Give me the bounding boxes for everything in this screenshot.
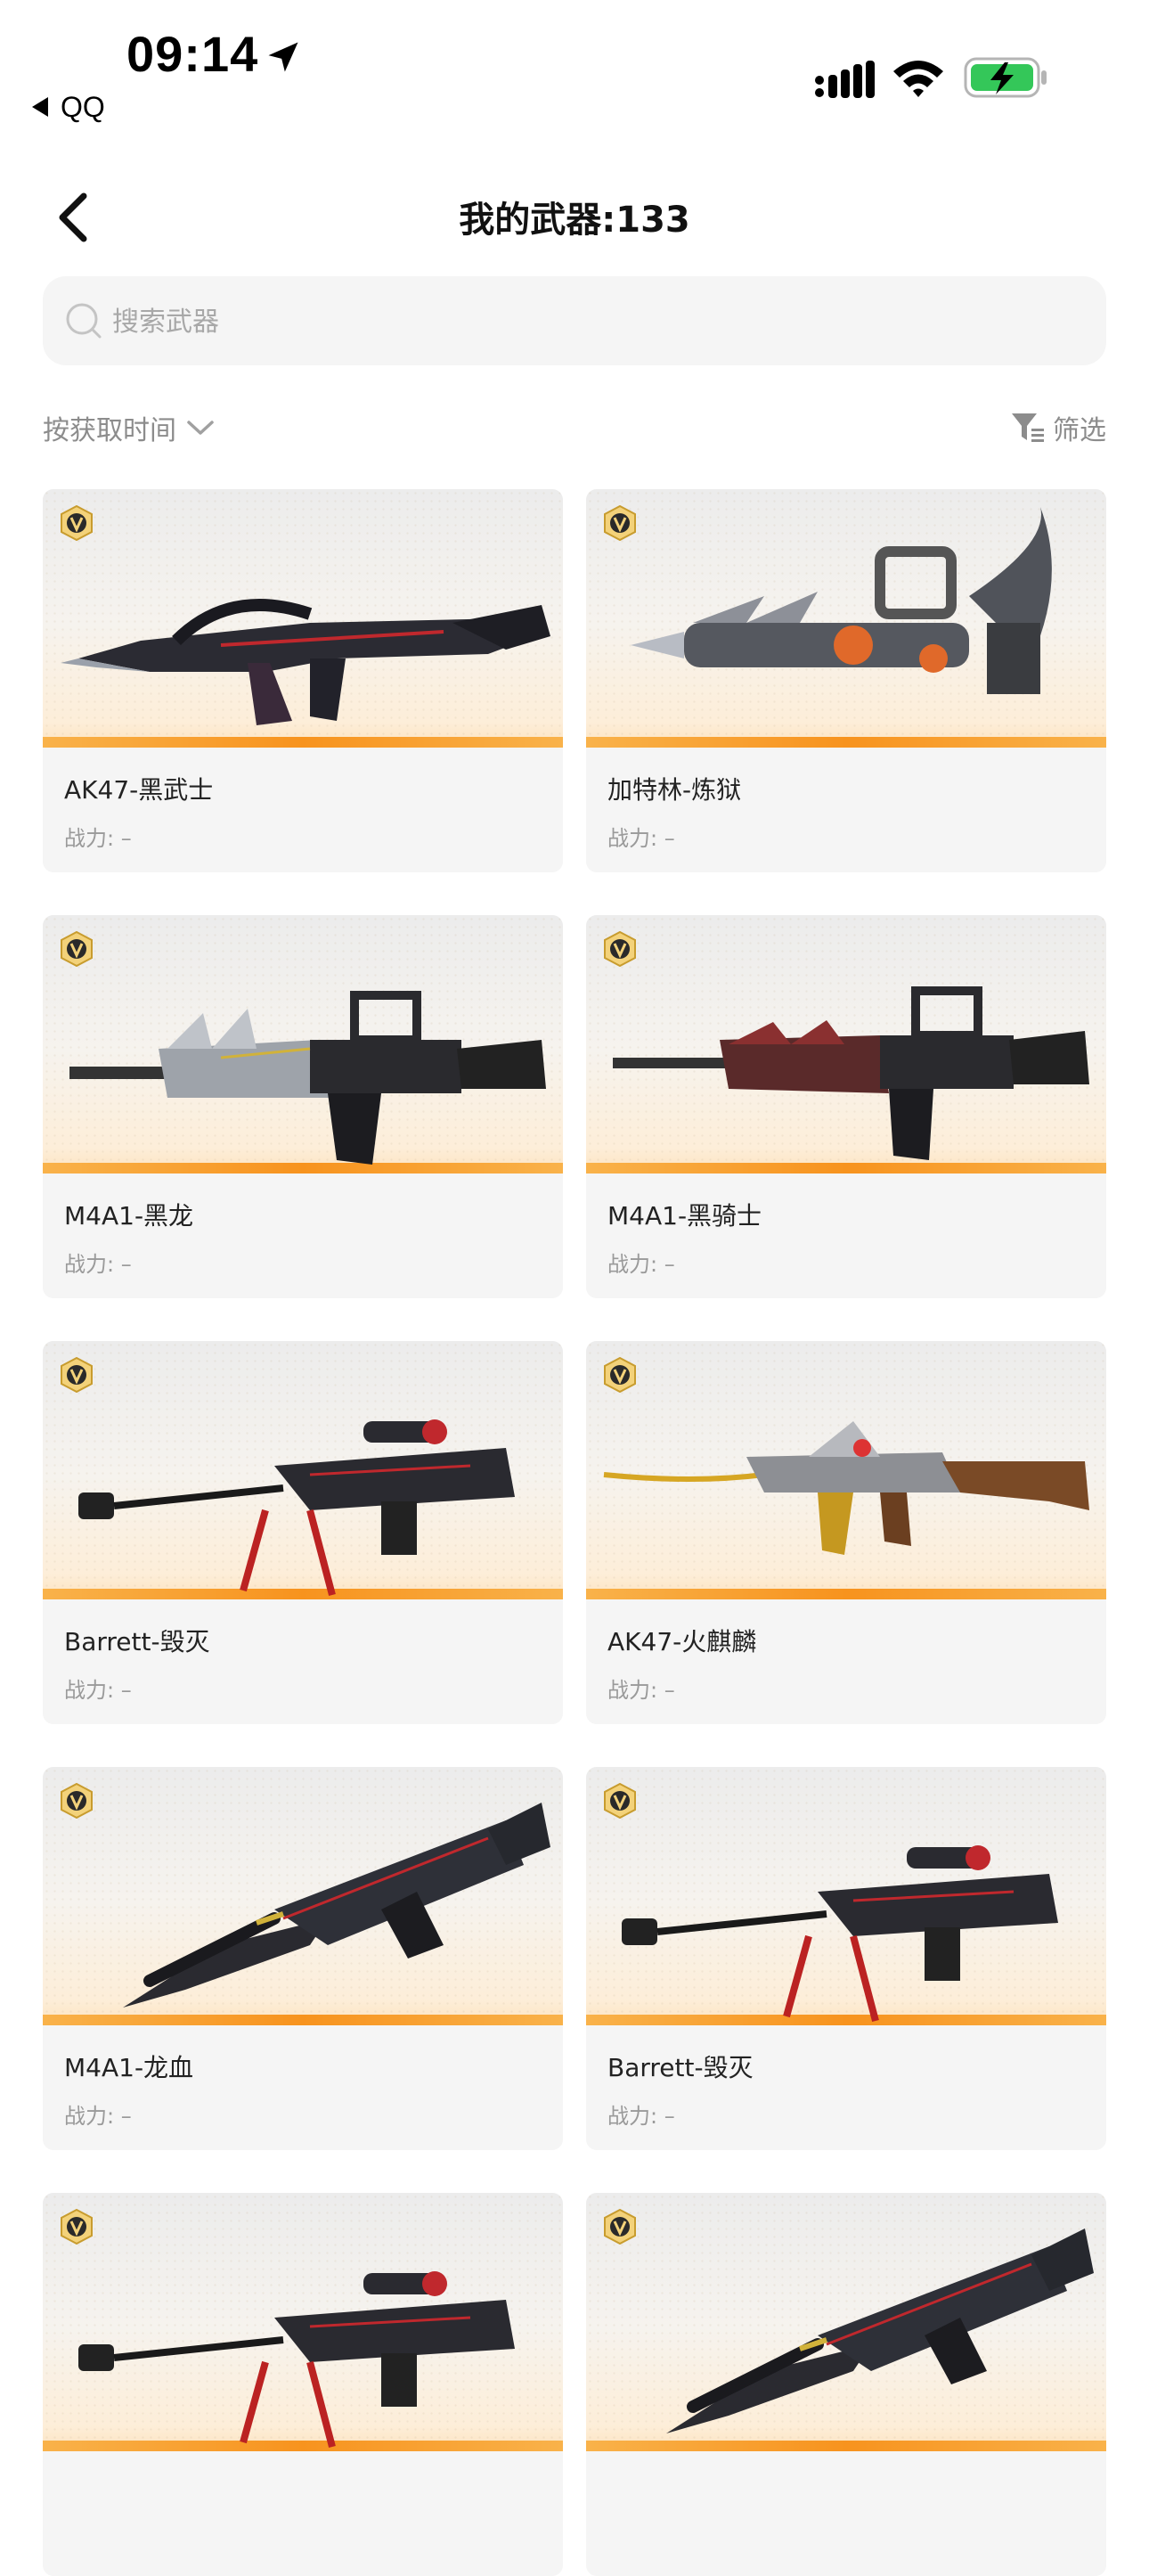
- weapon-name: 加特林-炼狱: [607, 775, 742, 805]
- battery-charging-icon: [964, 57, 1047, 98]
- weapon-image: [43, 2193, 563, 2451]
- weapon-power: 战力: –: [64, 1252, 132, 1277]
- weapon-power: 战力: –: [64, 826, 132, 851]
- vip-badge-icon: [61, 931, 93, 967]
- weapon-image: [43, 1341, 563, 1599]
- back-to-app-link[interactable]: QQ: [32, 91, 105, 124]
- weapon-card[interactable]: Barrett-毁灭战力: –: [586, 1767, 1106, 2150]
- weapon-power: 战力: –: [64, 2104, 132, 2129]
- weapon-image: [43, 915, 563, 1174]
- filter-icon: [1012, 413, 1044, 442]
- back-app-label: QQ: [61, 91, 105, 123]
- filter-button[interactable]: 筛选: [1010, 408, 1106, 447]
- vip-badge-icon: [604, 931, 636, 967]
- weapon-graphic: [622, 1845, 1058, 2023]
- weapon-card[interactable]: M4A1-龙血战力: –: [43, 1767, 563, 2150]
- vip-badge-icon: [61, 505, 93, 541]
- search-input[interactable]: [110, 276, 1076, 367]
- weapon-graphic: [78, 2271, 515, 2449]
- vip-badge-icon: [604, 505, 636, 541]
- vip-badge-icon: [61, 1783, 93, 1819]
- wifi-icon: [893, 61, 943, 97]
- weapon-image: [586, 1341, 1106, 1599]
- sort-dropdown[interactable]: 按获取时间: [43, 408, 216, 447]
- weapon-card[interactable]: [586, 2193, 1106, 2576]
- search-icon: [66, 303, 102, 339]
- weapon-power: 战力: –: [64, 1678, 132, 1703]
- weapon-name: M4A1-黑龙: [64, 1201, 194, 1231]
- vip-badge-icon: [604, 2209, 636, 2245]
- weapon-graphic: [613, 986, 1089, 1160]
- weapon-card[interactable]: 加特林-炼狱战力: –: [586, 489, 1106, 872]
- weapon-name: Barrett-毁灭: [607, 2053, 754, 2082]
- chevron-down-icon: [187, 421, 214, 435]
- weapon-card[interactable]: Barrett-毁灭战力: –: [43, 1341, 563, 1724]
- weapon-graphic: [666, 2228, 1094, 2433]
- vip-badge-icon: [604, 1357, 636, 1393]
- weapon-image: [586, 489, 1106, 748]
- filter-label: 筛选: [1053, 415, 1106, 446]
- back-triangle-icon: [32, 96, 48, 117]
- weapon-image: [586, 915, 1106, 1174]
- location-arrow-icon: [268, 42, 298, 72]
- weapon-grid: AK47-黑武士 战力: – 加特林-炼狱 战力: – M4A1-黑龙 战力: – M…: [43, 489, 1106, 2576]
- weapon-graphic: [61, 599, 550, 725]
- status-time: 09:14: [126, 26, 259, 82]
- weapon-graphic: [631, 507, 1052, 694]
- sort-label: 按获取时间: [43, 415, 176, 446]
- weapon-card[interactable]: AK47-火麒麟战力: –: [586, 1341, 1106, 1724]
- weapon-name: M4A1-黑骑士: [607, 1201, 762, 1231]
- weapon-card[interactable]: [43, 2193, 563, 2576]
- weapon-name: Barrett-毁灭: [64, 1627, 210, 1656]
- weapon-image: [43, 489, 563, 748]
- weapon-graphic: [603, 1421, 1089, 1555]
- weapon-power: 战力: –: [607, 2104, 675, 2129]
- weapon-card[interactable]: M4A1-黑骑士战力: –: [586, 915, 1106, 1298]
- vip-badge-icon: [61, 1357, 93, 1393]
- vip-badge-icon: [61, 2209, 93, 2245]
- weapon-graphic: [69, 991, 546, 1165]
- weapon-name: M4A1-龙血: [64, 2053, 194, 2082]
- weapon-power: 战力: –: [607, 826, 675, 851]
- weapon-power: 战力: –: [607, 1252, 675, 1277]
- weapon-graphic: [123, 1803, 550, 2008]
- vip-badge-icon: [604, 1783, 636, 1819]
- page-title: 我的武器:133: [459, 200, 690, 241]
- weapon-name: AK47-黑武士: [64, 775, 214, 805]
- search-bar[interactable]: [43, 276, 1106, 367]
- weapon-image: [43, 1767, 563, 2025]
- weapon-graphic: [78, 1419, 515, 1597]
- weapon-card[interactable]: AK47-黑武士战力: –: [43, 489, 563, 872]
- weapon-name: AK47-火麒麟: [607, 1627, 757, 1656]
- weapon-image: [586, 2193, 1106, 2451]
- cellular-signal-icon: [815, 61, 875, 98]
- weapon-card[interactable]: M4A1-黑龙战力: –: [43, 915, 563, 1298]
- weapon-power: 战力: –: [607, 1678, 675, 1703]
- weapon-image: [586, 1767, 1106, 2025]
- status-bar: 09:14 QQ: [0, 0, 1149, 134]
